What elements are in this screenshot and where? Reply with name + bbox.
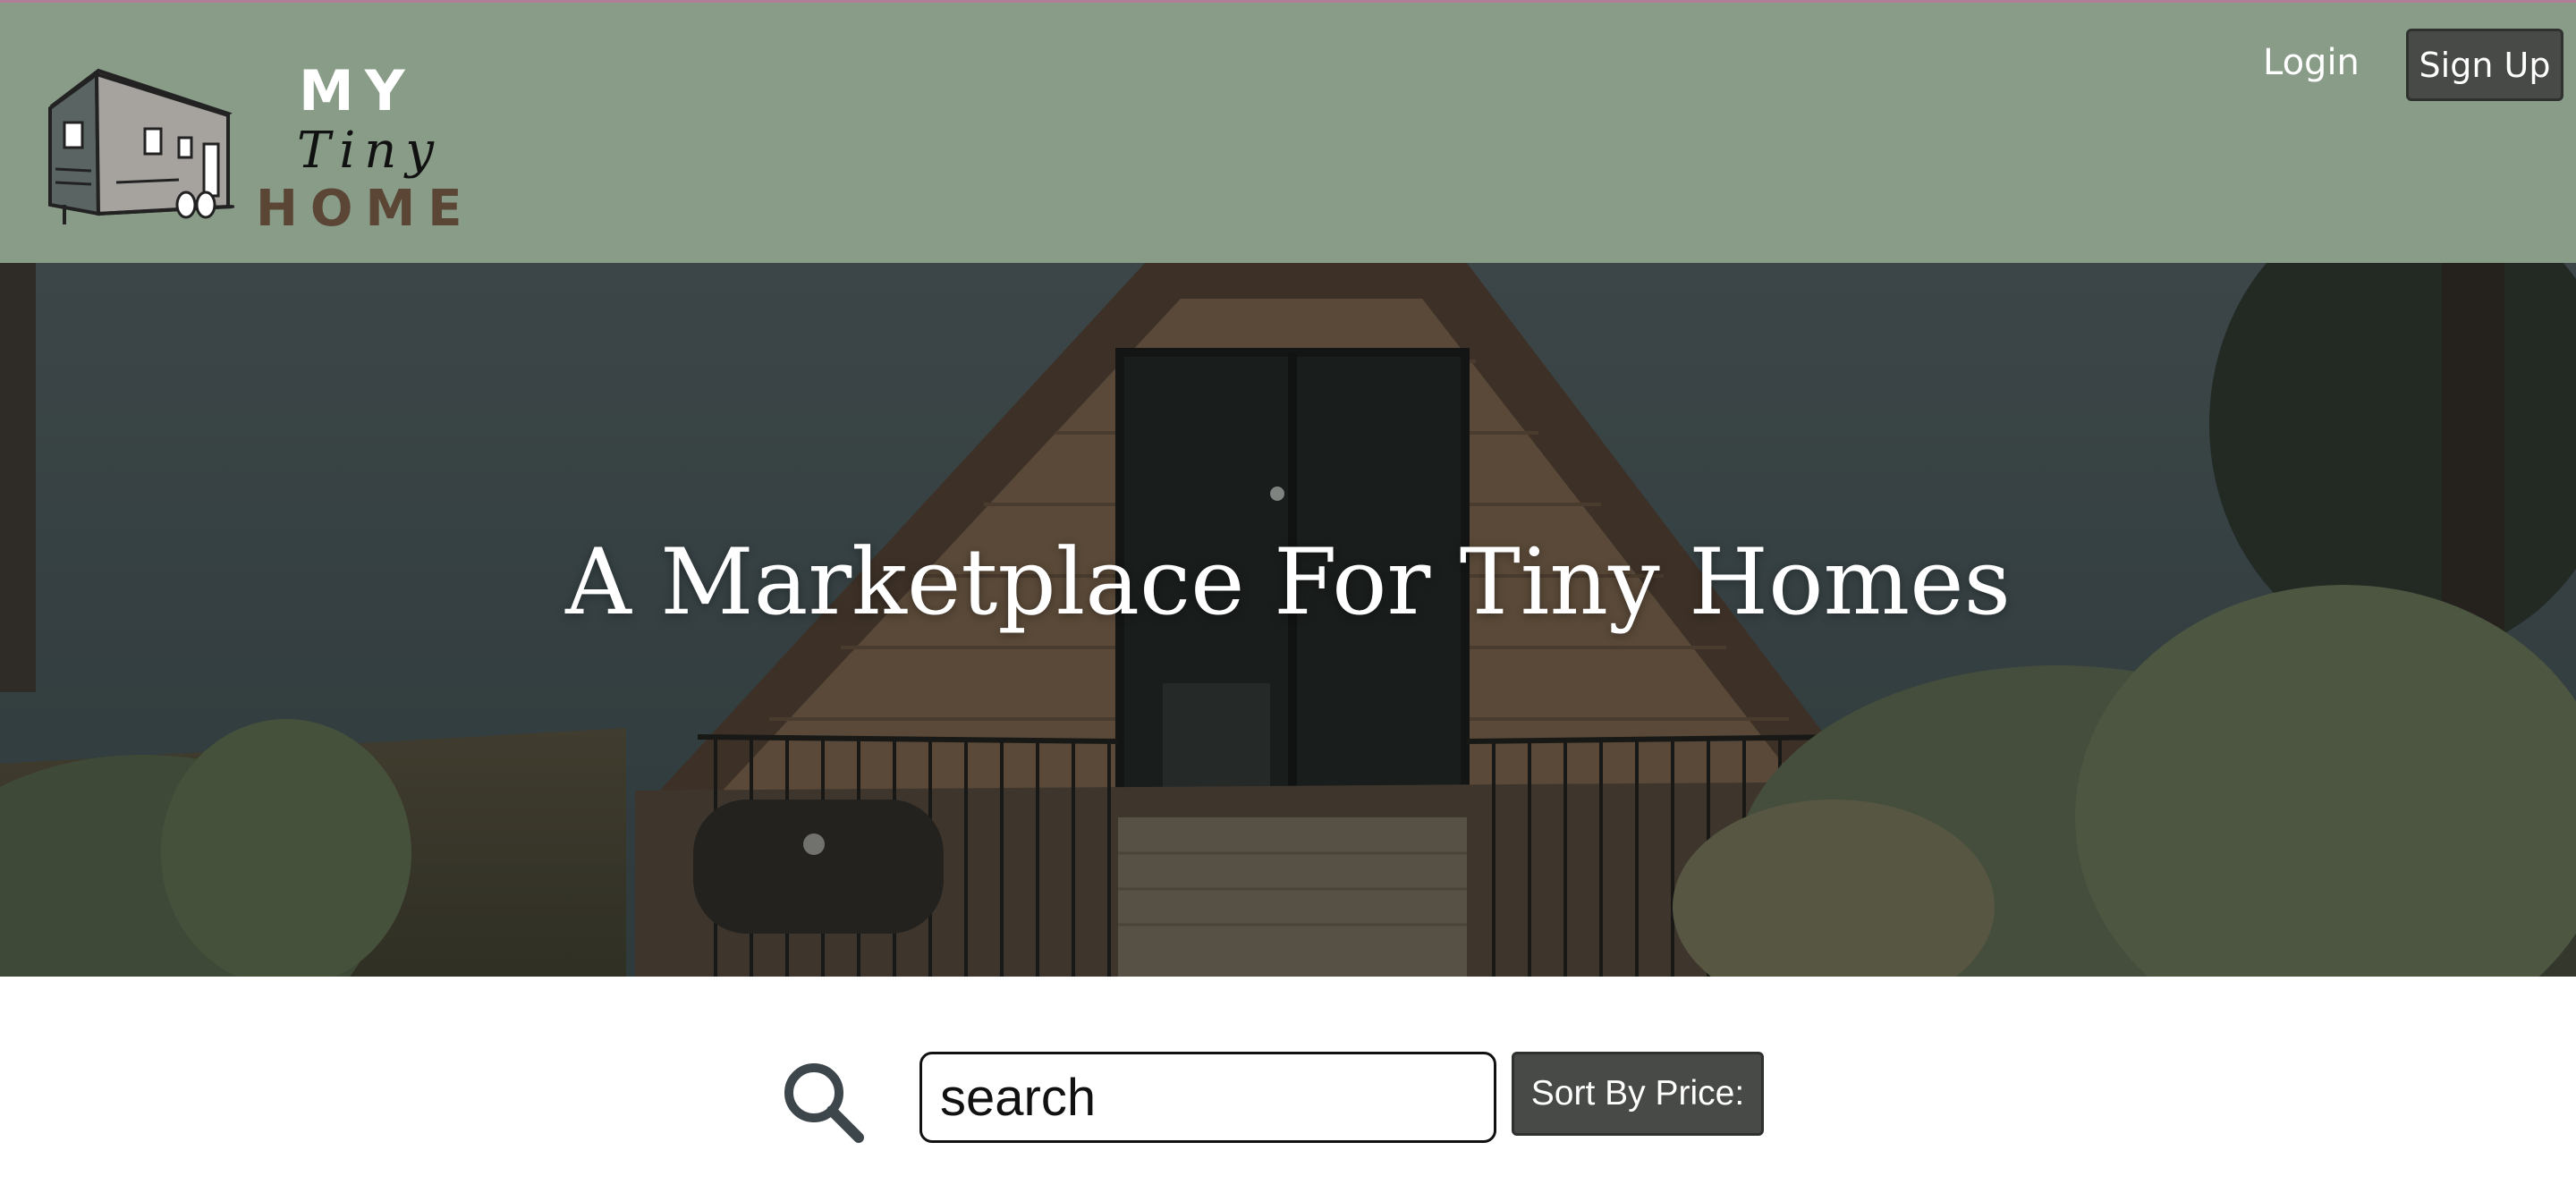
hero-banner: A Marketplace For Tiny Homes <box>0 263 2576 977</box>
signup-button[interactable]: Sign Up <box>2406 29 2563 101</box>
site-logo[interactable]: MY Tiny HOME <box>45 56 465 235</box>
logo-text-tiny: Tiny <box>297 122 443 180</box>
hero-title: A Marketplace For Tiny Homes <box>565 529 2011 636</box>
sort-by-price-button[interactable]: Sort By Price: <box>1512 1052 1764 1136</box>
login-link[interactable]: Login <box>2263 42 2360 83</box>
site-header: MY Tiny HOME Login Sign Up <box>0 0 2576 263</box>
search-icon[interactable] <box>780 1059 866 1145</box>
logo-text-my: MY <box>299 58 416 123</box>
search-toolbar: Sort By Price: <box>0 977 2576 1193</box>
tiny-house-logo-icon <box>48 68 234 224</box>
logo-text-home: HOME <box>256 180 475 238</box>
search-input[interactable] <box>919 1052 1496 1143</box>
